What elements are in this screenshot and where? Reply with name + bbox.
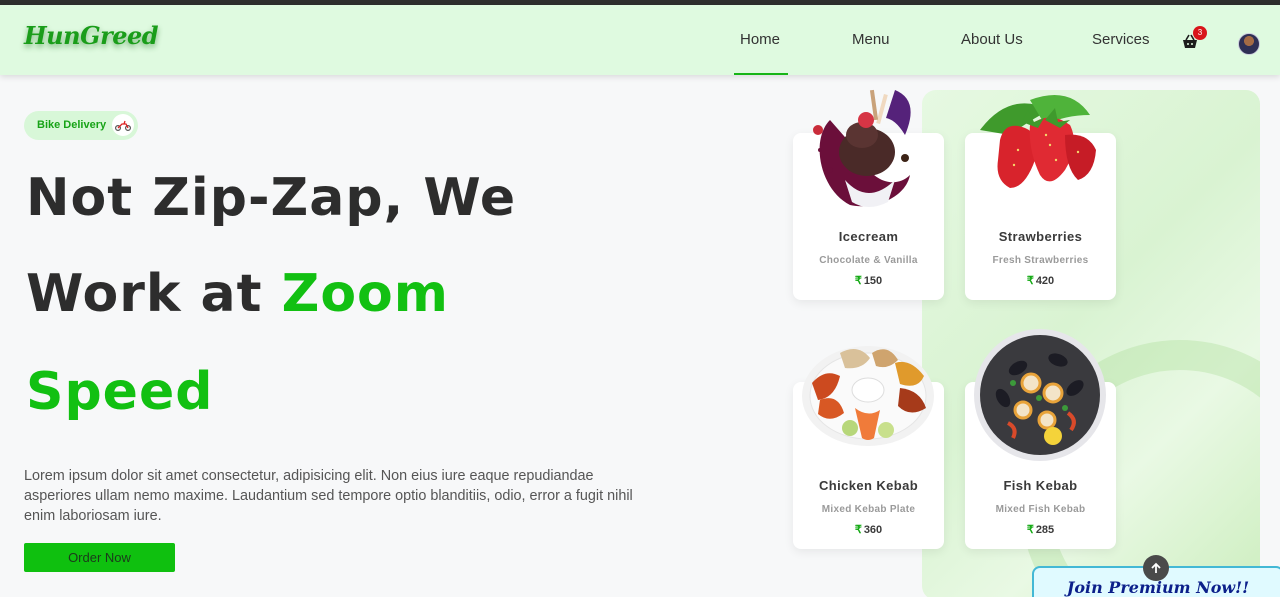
chicken-kebab-image <box>802 346 934 446</box>
card-name: Chicken Kebab <box>818 478 919 493</box>
strawberries-image <box>980 95 1096 188</box>
nav-services[interactable]: Services <box>1092 31 1150 48</box>
rupee-symbol: ₹ <box>1026 275 1034 287</box>
fish-kebab-image <box>974 329 1106 461</box>
arrow-up-icon[interactable] <box>1143 555 1169 581</box>
price-value: 360 <box>863 524 883 536</box>
hero-title-line-2: Work at Zoom <box>26 264 449 324</box>
card-price: ₹285 <box>965 523 1116 536</box>
hero-title-line-3: Speed <box>26 362 214 422</box>
navbar: HunGreed Home Menu About Us Services 3 <box>0 5 1280 75</box>
card-subtitle: Fresh Strawberries <box>992 255 1089 266</box>
nav-menu[interactable]: Menu <box>852 31 890 48</box>
order-now-button[interactable]: Order Now <box>24 543 175 572</box>
hero-description: Lorem ipsum dolor sit amet consectetur, … <box>24 468 633 524</box>
rupee-symbol: ₹ <box>854 524 862 536</box>
nav-active-indicator <box>734 73 788 75</box>
chip-label: Bike Delivery <box>37 119 107 131</box>
nav-about-us[interactable]: About Us <box>961 31 1023 48</box>
card-price: ₹420 <box>965 274 1116 287</box>
scooter-icon <box>112 114 134 136</box>
card-name: Strawberries <box>998 229 1083 244</box>
hero-title-highlight: Zoom <box>281 264 449 324</box>
price-value: 150 <box>863 275 883 287</box>
nav-home[interactable]: Home <box>740 31 780 48</box>
rupee-symbol: ₹ <box>1026 524 1034 536</box>
card-price: ₹150 <box>793 274 944 287</box>
rupee-symbol: ₹ <box>854 275 862 287</box>
price-value: 285 <box>1035 524 1055 536</box>
bike-delivery-chip: Bike Delivery <box>24 111 138 140</box>
card-name: Icecream <box>838 229 899 244</box>
cart-count-badge: 3 <box>1193 26 1207 40</box>
card-subtitle: Chocolate & Vanilla <box>819 255 918 266</box>
card-subtitle: Mixed Kebab Plate <box>821 504 916 515</box>
hero-title-line-1: Not Zip-Zap, We <box>26 168 517 228</box>
icecream-image <box>813 89 911 207</box>
user-avatar[interactable] <box>1238 33 1260 55</box>
card-name: Fish Kebab <box>1003 478 1078 493</box>
card-subtitle: Mixed Fish Kebab <box>995 504 1086 515</box>
price-value: 420 <box>1035 275 1055 287</box>
hero-title-line-2-text: Work at <box>26 264 282 324</box>
brand-logo[interactable]: HunGreed <box>24 21 159 50</box>
card-price: ₹360 <box>793 523 944 536</box>
